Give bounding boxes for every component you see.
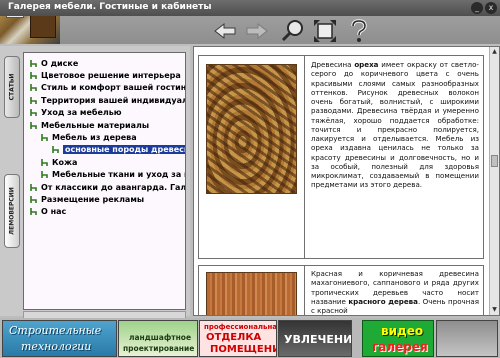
tree-item[interactable]: О нас	[29, 206, 66, 218]
article-view: Древесина ореха имеет окраску от светло-…	[193, 46, 500, 316]
tree-item-label: Мебельные ткани и уход за н	[52, 170, 186, 180]
tree-item-label: Цветовое решение интерьера	[41, 70, 181, 80]
question-icon	[351, 19, 367, 42]
chair-icon	[30, 84, 37, 92]
banner-video-gallery[interactable]: видео галерея	[362, 320, 434, 357]
banner-finishing-line2: ОТДЕЛКА	[206, 332, 262, 343]
navigation-panel: СТАТЬИ ЛЕМОВЕРСИИ О диске Цветовое решени…	[0, 46, 190, 321]
title-bar[interactable]: Галерея мебели. Гостиные и кабинеты _ x	[0, 0, 500, 16]
banner-hobbies[interactable]: УВЛЕЧЕНИЯ	[278, 320, 352, 357]
chair-icon	[30, 121, 37, 129]
tree-item-label: Территория вашей индивидуаль	[41, 95, 186, 105]
close-button[interactable]: x	[485, 2, 497, 14]
magnifier-icon	[281, 20, 303, 42]
tab-articles-label: СТАТЬИ	[8, 73, 16, 101]
tree-item[interactable]: Мебельные материалы	[29, 119, 149, 131]
walnut-wood-image	[206, 64, 297, 194]
banner-finishing-line1: профессиональная	[204, 323, 277, 331]
chair-icon	[30, 59, 37, 67]
banner-construction-line2: технологии	[21, 340, 92, 353]
forward-button[interactable]	[242, 18, 272, 44]
article-row-walnut: Древесина ореха имеет окраску от светло-…	[198, 55, 484, 259]
tree-item-label: Размещение рекламы	[41, 194, 145, 204]
content-tree[interactable]: О диске Цветовое решение интерьера Стиль и…	[23, 52, 186, 310]
chair-icon	[41, 133, 48, 141]
back-button[interactable]	[210, 18, 240, 44]
tree-item[interactable]: Цветовое решение интерьера	[29, 69, 181, 81]
tree-item-label: Стиль и комфорт вашей гостиной	[41, 83, 186, 93]
side-tabs: СТАТЬИ ЛЕМОВЕРСИИ	[2, 50, 22, 312]
tree-item-label: Мебель из дерева	[52, 132, 137, 142]
header: Галерея мебели. Гостиные и кабинеты _ x	[0, 0, 500, 44]
tree-item[interactable]: основные породы древесин	[51, 144, 185, 156]
banner-video-line1: видео	[381, 324, 424, 338]
scroll-up-icon[interactable]: ▲	[490, 47, 499, 57]
walnut-description: Древесина ореха имеет окраску от светло-…	[311, 60, 479, 190]
minimize-button[interactable]: _	[471, 2, 483, 14]
mahogany-description: Красная и коричневая древесина махагоние…	[311, 269, 479, 315]
banner-construction-line1: Строительные	[9, 324, 102, 337]
banner-landscape[interactable]: ландшафтное проектирование	[118, 320, 198, 357]
tree-item-label: основные породы древесин	[63, 145, 185, 155]
chair-icon	[41, 171, 48, 179]
tree-item-label: Мебельные материалы	[41, 120, 150, 130]
chair-icon	[30, 109, 37, 117]
tree-item[interactable]: Мебель из дерева	[40, 131, 137, 143]
tab-lemoversii-label: ЛЕМОВЕРСИИ	[8, 187, 16, 235]
banner-finishing-line3: ПОМЕЩЕНИЙ	[210, 344, 276, 355]
banner-strip: Строительные технологии ландшафтное прое…	[0, 318, 500, 358]
toolbar	[190, 18, 390, 44]
chair-icon	[30, 208, 37, 216]
banner-video-line2: галерея	[372, 340, 428, 354]
tree-item[interactable]: О диске	[29, 57, 78, 69]
chair-icon	[30, 96, 37, 104]
chair-icon	[30, 195, 37, 203]
tree-item-label: Уход за мебелью	[41, 108, 122, 118]
arrow-left-icon	[214, 22, 236, 40]
chair-icon	[41, 158, 48, 166]
scroll-down-icon[interactable]: ▼	[490, 305, 499, 315]
tab-articles[interactable]: СТАТЬИ	[4, 56, 20, 118]
content-vertical-scrollbar[interactable]: ▲ ▼	[489, 47, 499, 315]
banner-landscape-line1: ландшафтное	[129, 333, 192, 342]
tree-item[interactable]: Территория вашей индивидуаль	[29, 94, 186, 106]
tree-item[interactable]: От классики до авангарда. Гале	[29, 181, 186, 193]
tree-item[interactable]: Стиль и комфорт вашей гостиной	[29, 82, 186, 94]
scroll-thumb[interactable]	[491, 155, 498, 167]
tree-item-label: О нас	[41, 207, 67, 217]
fullscreen-button[interactable]	[310, 18, 340, 44]
search-button[interactable]	[278, 18, 308, 44]
mahogany-wood-image	[206, 272, 297, 315]
tree-item[interactable]: Размещение рекламы	[29, 193, 144, 205]
app-window: Галерея мебели. Гостиные и кабинеты _ x	[0, 0, 500, 358]
banner-decor[interactable]	[436, 320, 498, 357]
tree-item[interactable]: Кожа	[40, 156, 77, 168]
tree-item[interactable]: Мебельные ткани и уход за н	[40, 169, 186, 181]
banner-construction[interactable]: Строительные технологии	[2, 320, 117, 357]
article-row-mahogany: Красная и коричневая древесина махагоние…	[198, 265, 484, 315]
tree-item-label: От классики до авангарда. Гале	[41, 182, 186, 192]
banner-landscape-line2: проектирование	[123, 344, 195, 353]
banner-finishing[interactable]: профессиональная ОТДЕЛКА ПОМЕЩЕНИЙ	[199, 320, 277, 357]
tree-item-label: О диске	[41, 58, 79, 68]
window-buttons: _ x	[471, 2, 497, 14]
chair-icon	[52, 146, 59, 154]
chair-icon	[30, 71, 37, 79]
chair-icon	[30, 183, 37, 191]
tab-lemoversii[interactable]: ЛЕМОВЕРСИИ	[4, 174, 20, 248]
expand-icon	[314, 20, 336, 42]
article-table: Древесина ореха имеет окраску от светло-…	[198, 55, 484, 315]
tree-item[interactable]: Уход за мебелью	[29, 107, 122, 119]
window-title: Галерея мебели. Гостиные и кабинеты	[8, 2, 212, 12]
tree-item-label: Кожа	[52, 157, 78, 167]
banner-hobbies-label: УВЛЕЧЕНИЯ	[284, 333, 352, 346]
arrow-right-icon	[246, 22, 268, 40]
help-button[interactable]	[344, 18, 374, 44]
